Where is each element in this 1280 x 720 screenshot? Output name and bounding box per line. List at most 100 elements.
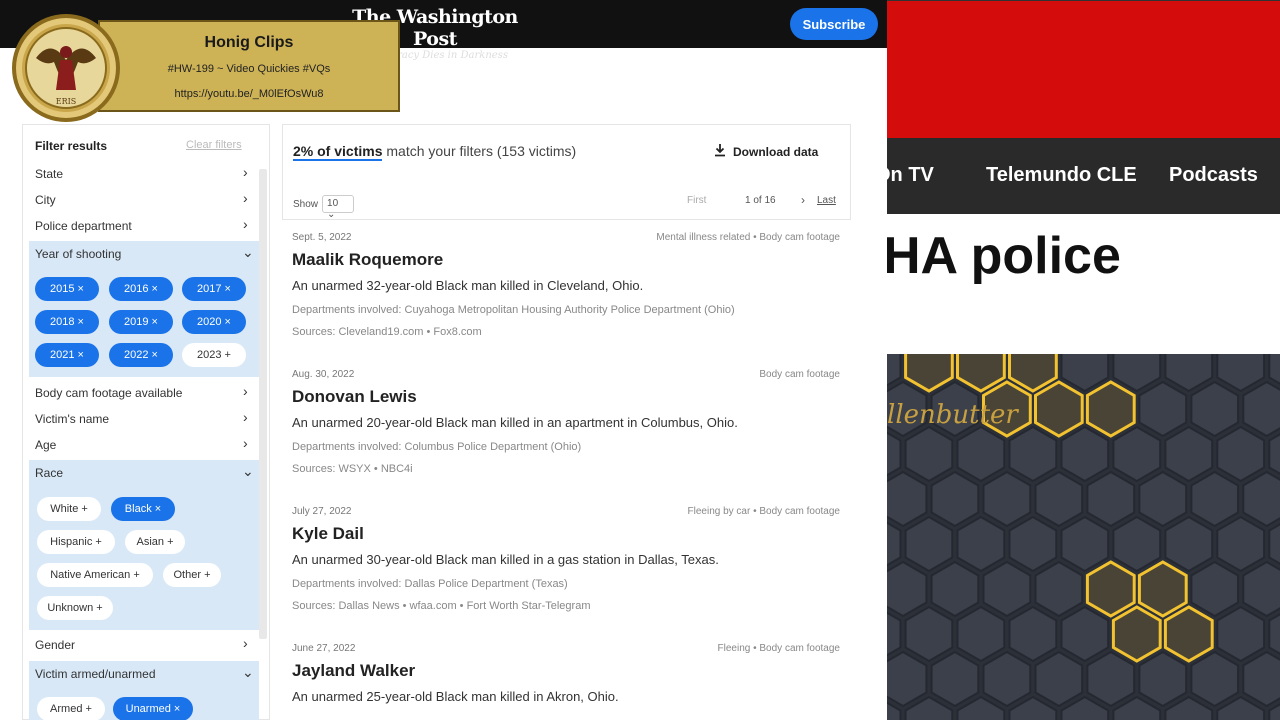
chevron-right-icon: › — [243, 635, 248, 651]
hexagon-tile — [887, 431, 902, 477]
victim-description: An unarmed 20-year-old Black man killed … — [292, 415, 738, 430]
hexagon-tile — [1060, 515, 1110, 573]
page-size-select[interactable]: 10 ⌄ — [322, 195, 355, 220]
victim-entry: July 27, 2022 Fleeing by car • Body cam … — [292, 506, 840, 626]
victim-date: June 27, 2022 — [292, 643, 356, 654]
chip-year[interactable]: 2016 × — [109, 277, 173, 301]
filter-label: Gender — [35, 638, 76, 652]
match-count-text: match your filters (153 victims) — [382, 143, 577, 159]
victim-sources: Sources: Cleveland19.com • Fox8.com — [292, 326, 482, 338]
hexagon-tile — [1008, 354, 1058, 393]
chip-race[interactable]: White + — [37, 497, 101, 521]
filter-gender[interactable]: Gender › — [23, 632, 259, 658]
filter-age[interactable]: Age › — [23, 432, 259, 458]
chip-year[interactable]: 2015 × — [35, 277, 99, 301]
sidebar-scrollbar[interactable] — [259, 169, 267, 639]
hexagon-tile — [1242, 470, 1280, 528]
hexagon-tile — [1060, 605, 1110, 663]
chevron-down-icon[interactable]: ⌄ — [242, 244, 254, 261]
filter-victim-name[interactable]: Victim's name › — [23, 406, 259, 432]
chip-year[interactable]: 2022 × — [109, 343, 173, 367]
last-page-link[interactable]: Last — [817, 195, 836, 206]
victim-name[interactable]: Kyle Dail — [292, 524, 364, 544]
hexagon-tile — [956, 425, 1006, 483]
chevron-right-icon: › — [243, 216, 248, 232]
hexagon-tile — [1216, 515, 1266, 573]
victim-entry: Aug. 30, 2022 Body cam footage Donovan L… — [292, 369, 840, 489]
page-size-control: Show 10 ⌄ — [293, 195, 355, 220]
chip-armed[interactable]: Unarmed × — [113, 697, 193, 720]
clear-filters-link[interactable]: Clear filters — [186, 139, 242, 151]
victim-date: Sept. 5, 2022 — [292, 232, 352, 243]
filter-armed-panel: Victim armed/unarmed ⌄ Armed + Unarmed × — [29, 661, 259, 720]
first-page-link[interactable]: First — [687, 195, 706, 206]
victim-name[interactable]: Jayland Walker — [292, 661, 415, 681]
chip-year[interactable]: 2023 + — [182, 343, 246, 367]
chevron-right-icon: › — [243, 164, 248, 180]
hexagon-tile — [1138, 380, 1188, 438]
hexagon-tile — [1085, 560, 1136, 618]
nav-item-podcasts[interactable]: Podcasts — [1169, 164, 1258, 187]
chip-year[interactable]: 2018 × — [35, 310, 99, 334]
chip-race[interactable]: Hispanic + — [37, 530, 115, 554]
filter-year-toggle[interactable]: Year of shooting — [35, 247, 121, 261]
chip-year[interactable]: 2019 × — [109, 310, 173, 334]
hexagon-tile — [1190, 560, 1240, 618]
news-headline: HA police — [887, 214, 1280, 354]
victim-tags: Mental illness related • Body cam footag… — [656, 232, 840, 243]
hexagon-tile — [904, 605, 954, 663]
chevron-down-icon[interactable]: ⌄ — [242, 463, 254, 480]
victim-tags: Body cam footage — [759, 369, 840, 380]
victim-sources: Sources: Dallas News • wfaa.com • Fort W… — [292, 600, 591, 612]
nav-item-on-tv[interactable]: On TV — [887, 164, 934, 187]
hexagon-tile — [956, 605, 1006, 663]
chip-race[interactable]: Other + — [163, 563, 221, 587]
hexagon-tile — [904, 515, 954, 573]
hexagon-tile — [982, 650, 1032, 708]
chevron-down-icon[interactable]: ⌄ — [242, 664, 254, 681]
chip-armed[interactable]: Armed + — [37, 697, 105, 720]
hexagon-tile — [1112, 515, 1162, 573]
chip-race[interactable]: Native American + — [37, 563, 153, 587]
filter-race-toggle[interactable]: Race — [35, 466, 63, 480]
chip-year[interactable]: 2020 × — [182, 310, 246, 334]
victim-name[interactable]: Donovan Lewis — [292, 387, 417, 407]
hexagon-tile — [1242, 380, 1280, 438]
nav-item-telemundo[interactable]: Telemundo CLE — [986, 164, 1137, 187]
hexagon-tile — [1137, 560, 1188, 618]
hexagon-tile — [982, 470, 1032, 528]
chip-race[interactable]: Unknown + — [37, 596, 113, 620]
victim-date: Aug. 30, 2022 — [292, 369, 355, 380]
victim-departments: Departments involved: Columbus Police De… — [292, 441, 582, 453]
chip-year[interactable]: 2017 × — [182, 277, 246, 301]
channel-overlay-banner: Honig Clips #HW-199 ~ Video Quickies #VQ… — [98, 20, 400, 112]
chip-race[interactable]: Black × — [111, 497, 175, 521]
page-size-value: 10 — [327, 198, 339, 209]
filter-police-department[interactable]: Police department › — [23, 213, 259, 239]
chip-year[interactable]: 2021 × — [35, 343, 99, 367]
filter-armed-toggle[interactable]: Victim armed/unarmed — [35, 667, 156, 681]
filter-city[interactable]: City › — [23, 187, 259, 213]
hexagon-tile — [1164, 515, 1214, 573]
hexagon-tile — [1034, 470, 1084, 528]
hexagon-tile — [1008, 425, 1058, 483]
chip-race[interactable]: Asian + — [125, 530, 185, 554]
next-page-icon[interactable]: › — [801, 193, 805, 207]
streamer-logo: llenbutter — [887, 400, 1018, 430]
hexagon-tile — [1138, 470, 1188, 528]
victim-name[interactable]: Maalik Roquemore — [292, 250, 443, 270]
filter-year-panel: Year of shooting ⌄ 2015 × 2016 × 2017 × … — [29, 241, 259, 377]
hexagon-tile — [930, 650, 980, 708]
results-summary: 2% of victims match your filters (153 vi… — [293, 143, 577, 161]
hexagon-tile — [1086, 470, 1136, 528]
overlay-episode: #HW-199 ~ Video Quickies #VQs — [167, 63, 331, 75]
download-data-button[interactable]: Download data — [713, 143, 818, 160]
filter-body-cam[interactable]: Body cam footage available › — [23, 380, 259, 406]
pagination: First 1 of 16 › Last — [687, 193, 836, 207]
filter-label: Age — [35, 438, 57, 452]
filter-state[interactable]: State › — [23, 161, 259, 187]
subscribe-button[interactable]: Subscribe — [790, 8, 878, 40]
hexagon-tile — [930, 560, 980, 618]
hexagon-tile — [1216, 425, 1266, 483]
hexagon-tile — [1111, 605, 1162, 663]
